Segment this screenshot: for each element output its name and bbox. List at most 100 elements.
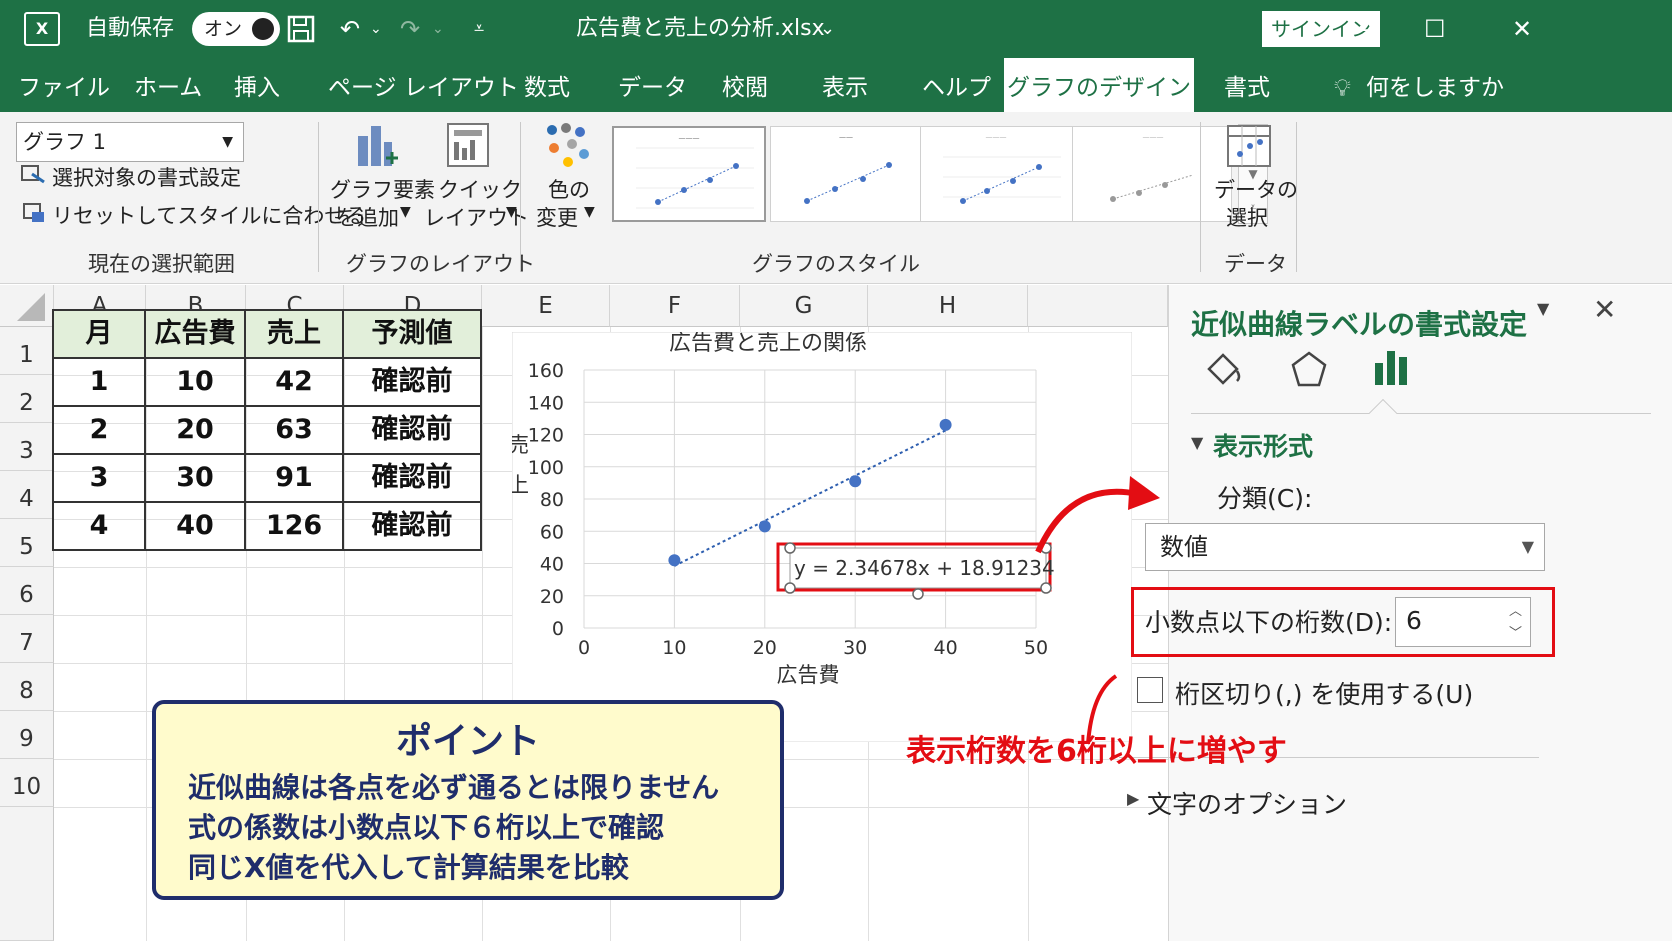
redo-dropdown-icon[interactable]: ⌄ xyxy=(432,0,444,58)
customize-toolbar-icon[interactable]: ⩡ xyxy=(474,0,484,58)
undo-dropdown-icon[interactable]: ⌄ xyxy=(370,0,382,58)
tab-formulas[interactable]: 数式 xyxy=(524,58,570,112)
table-cell[interactable]: 確認前 xyxy=(344,503,482,551)
reset-style-button[interactable]: リセットしてスタイルに合わせる xyxy=(52,200,366,230)
column-header[interactable]: F xyxy=(610,285,740,327)
add-chart-element-icon xyxy=(356,122,400,175)
table-cell[interactable]: 20 xyxy=(146,407,246,455)
table-cell[interactable]: 126 xyxy=(246,503,344,551)
change-colors-dropdown-icon[interactable]: ▼ xyxy=(584,204,595,220)
format-selection-button[interactable]: 選択対象の書式設定 xyxy=(52,162,241,192)
change-colors-label-1[interactable]: 色の xyxy=(548,174,590,204)
filename-chevron-icon[interactable]: ⌄ xyxy=(820,0,835,58)
table-cell[interactable]: 3 xyxy=(54,455,146,503)
table-cell[interactable]: 2 xyxy=(54,407,146,455)
redo-icon[interactable]: ↷ xyxy=(400,0,420,58)
column-header[interactable]: H xyxy=(868,285,1028,327)
table-cell[interactable]: 確認前 xyxy=(344,455,482,503)
table-cell[interactable]: 63 xyxy=(246,407,344,455)
table-cell[interactable]: 40 xyxy=(146,503,246,551)
tab-help[interactable]: ヘルプ xyxy=(922,58,991,112)
table-header-cell[interactable]: 売上 xyxy=(246,311,344,359)
section-collapsed-icon[interactable]: ▶ xyxy=(1127,789,1139,808)
row-header[interactable]: 6 xyxy=(0,567,54,615)
pane-options-dropdown-icon[interactable]: ▼ xyxy=(1537,299,1549,318)
maximize-icon[interactable]: ☐ xyxy=(1424,0,1446,58)
column-header[interactable] xyxy=(1028,285,1168,327)
table-cell[interactable]: 1 xyxy=(54,359,146,407)
undo-icon[interactable]: ↶ xyxy=(340,0,360,58)
quick-layout-label-1[interactable]: クイック xyxy=(438,174,522,204)
label-options-icon[interactable] xyxy=(1369,345,1413,395)
table-cell[interactable]: 30 xyxy=(146,455,246,503)
effects-icon[interactable] xyxy=(1287,347,1331,397)
section-number-header[interactable]: 表示形式 xyxy=(1213,427,1313,463)
tab-insert[interactable]: 挿入 xyxy=(234,58,280,112)
table-cell[interactable]: 確認前 xyxy=(344,407,482,455)
table-cell[interactable]: 確認前 xyxy=(344,359,482,407)
section-expanded-icon[interactable]: ▼ xyxy=(1191,433,1203,452)
separator-checkbox[interactable] xyxy=(1137,677,1163,703)
row-header[interactable]: 10 xyxy=(0,759,54,807)
add-element-dropdown-icon[interactable]: ▼ xyxy=(400,204,411,220)
row-header[interactable]: 7 xyxy=(0,615,54,663)
table-cell[interactable]: 42 xyxy=(246,359,344,407)
table-header-cell[interactable]: 予測値 xyxy=(344,311,482,359)
chart-style-1[interactable]: ——— xyxy=(612,126,766,222)
x-axis-title[interactable]: 広告費 xyxy=(777,663,840,687)
quick-layout-dropdown-icon[interactable]: ▼ xyxy=(506,204,517,220)
table-header-cell[interactable]: 広告費 xyxy=(146,311,246,359)
category-dropdown[interactable]: 数値 ▼ xyxy=(1145,523,1545,571)
tell-me-search[interactable]: 何をしますか xyxy=(1366,58,1504,112)
row-header[interactable] xyxy=(0,807,54,941)
chart-style-4[interactable]: ——— xyxy=(1072,126,1232,222)
row-header[interactable]: 4 xyxy=(0,471,54,519)
chart-style-3[interactable]: ——— xyxy=(920,126,1074,222)
tab-home[interactable]: ホーム xyxy=(134,58,202,112)
pane-close-icon[interactable]: ✕ xyxy=(1593,293,1616,326)
close-window-icon[interactable]: ✕ xyxy=(1512,0,1532,58)
row-header[interactable]: 1 xyxy=(0,327,54,375)
change-colors-label-2[interactable]: 変更 xyxy=(536,202,578,232)
table-cell[interactable]: 4 xyxy=(54,503,146,551)
decimals-spinner[interactable]: 6 ︿ ﹀ xyxy=(1395,597,1531,647)
row-header[interactable]: 5 xyxy=(0,519,54,567)
add-element-label-1[interactable]: グラフ要素 xyxy=(330,174,435,204)
autosave-toggle[interactable]: オン xyxy=(192,12,280,46)
spin-up-icon[interactable]: ︿ xyxy=(1509,600,1522,619)
tab-format[interactable]: 書式 xyxy=(1224,58,1270,112)
chart-title[interactable]: 広告費と売上の関係 xyxy=(669,332,867,356)
row-header[interactable]: 3 xyxy=(0,423,54,471)
fill-line-icon[interactable] xyxy=(1201,347,1245,397)
chart-style-2[interactable]: —— xyxy=(770,126,924,222)
tab-page-layout[interactable]: ページ レイアウト xyxy=(328,58,519,112)
select-all-corner[interactable] xyxy=(0,285,54,327)
spin-down-icon[interactable]: ﹀ xyxy=(1509,622,1522,641)
add-element-label-2[interactable]: を追加 xyxy=(336,202,399,232)
tab-file[interactable]: ファイル xyxy=(18,58,110,112)
data-point[interactable] xyxy=(849,475,862,488)
tab-review[interactable]: 校閲 xyxy=(722,58,768,112)
row-header[interactable]: 9 xyxy=(0,711,54,759)
decimals-value[interactable]: 6 xyxy=(1406,606,1422,635)
table-header-cell[interactable]: 月 xyxy=(54,311,146,359)
row-header[interactable]: 2 xyxy=(0,375,54,423)
tab-data[interactable]: データ xyxy=(618,58,687,112)
chart-element-selector[interactable]: グラフ 1 ▼ xyxy=(16,122,244,162)
data-point[interactable] xyxy=(758,520,771,533)
column-header[interactable]: E xyxy=(482,285,610,327)
data-point[interactable] xyxy=(668,554,681,567)
minimize-icon[interactable]: — xyxy=(1340,0,1380,58)
row-header[interactable]: 8 xyxy=(0,663,54,711)
text-options-header[interactable]: 文字のオプション xyxy=(1147,785,1347,821)
select-data-label-1[interactable]: データの xyxy=(1214,174,1298,204)
save-icon[interactable] xyxy=(286,0,316,65)
tab-view[interactable]: 表示 xyxy=(822,58,868,112)
select-data-label-2[interactable]: 選択 xyxy=(1226,202,1268,232)
table-cell[interactable]: 91 xyxy=(246,455,344,503)
table-cell[interactable]: 10 xyxy=(146,359,246,407)
tab-chart-design[interactable]: グラフのデザイン xyxy=(1004,58,1194,112)
column-header[interactable]: G xyxy=(740,285,868,327)
trendline-label[interactable]: y = 2.34678x + 18.91234 xyxy=(794,556,1055,580)
data-point[interactable] xyxy=(939,418,952,431)
